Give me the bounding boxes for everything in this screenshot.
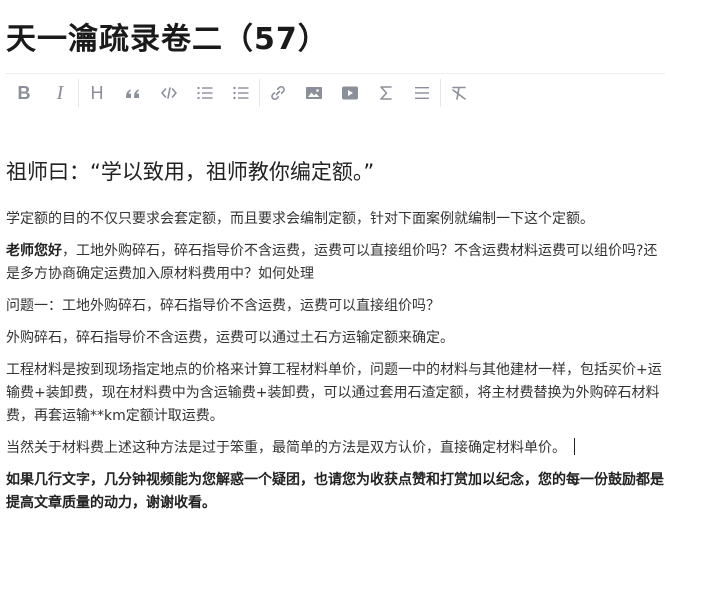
italic-icon: I — [56, 82, 64, 104]
sigma-icon — [377, 84, 395, 102]
ordered-list-button[interactable] — [187, 78, 223, 108]
image-icon — [305, 84, 323, 102]
paragraph: 如果几行文字，几分钟视频能为您解惑一个疑团，也请您为收获点赞和打赏加以纪念，您的… — [6, 472, 664, 511]
clear-format-icon — [450, 84, 468, 102]
article-subtitle: 祖师曰：“学以致用，祖师教你编定额。” — [6, 160, 375, 184]
paragraph: 外购碎石，碎石指导价不含运费，运费可以通过土石方运输定额来确定。 — [6, 330, 454, 346]
image-button[interactable] — [296, 78, 332, 108]
divider-button[interactable] — [404, 78, 440, 108]
link-button[interactable] — [260, 78, 296, 108]
heading-button[interactable]: H — [79, 78, 115, 108]
text-cursor — [574, 438, 575, 455]
article-title[interactable]: 天一瀹疏录卷二（57） — [6, 14, 329, 58]
heading-icon: H — [90, 83, 104, 103]
link-icon — [269, 84, 287, 102]
paragraph-text: ，工地外购碎石，碎石指导价不含运费，运费可以直接组价吗？不含运费材料运费可以组价… — [6, 243, 658, 282]
editor-content[interactable]: 祖师曰：“学以致用，祖师教你编定额。” 学定额的目的不仅只要求会套定额，而且要求… — [6, 152, 666, 524]
paragraph: 工程材料是按到现场指定地点的价格来计算工程材料单价，问题一中的材料与其他建材一样… — [6, 362, 662, 424]
bold-text: 老师您好 — [6, 243, 62, 259]
quote-button[interactable] — [115, 78, 151, 108]
bold-button[interactable]: B — [6, 78, 42, 108]
editor-toolbar: BIH — [6, 73, 665, 112]
video-button[interactable] — [332, 78, 368, 108]
paragraph: 当然关于材料费上述这种方法是过于笨重，最简单的方法是双方认价，直接确定材料单价。 — [6, 437, 666, 460]
divider-icon — [413, 84, 431, 102]
code-icon — [160, 84, 178, 102]
paragraph: 学定额的目的不仅只要求会套定额，而且要求会编制定额，针对下面案例就编制一下这个定… — [6, 211, 594, 227]
paragraph: 问题一：工地外购碎石，碎石指导价不含运费，运费可以直接组价吗？ — [6, 298, 440, 314]
paragraph: 老师您好，工地外购碎石，碎石指导价不含运费，运费可以直接组价吗？不含运费材料运费… — [6, 240, 666, 286]
bullet-list-icon — [232, 84, 250, 102]
bold-icon: B — [17, 83, 31, 103]
bullet-list-button[interactable] — [223, 78, 259, 108]
video-icon — [341, 84, 359, 102]
ordered-list-icon — [196, 84, 214, 102]
quote-icon — [124, 84, 142, 102]
italic-button[interactable]: I — [42, 78, 78, 108]
formula-button[interactable] — [368, 78, 404, 108]
paragraph-text: 当然关于材料费上述这种方法是过于笨重，最简单的方法是双方认价，直接确定材料单价。 — [6, 440, 566, 456]
code-button[interactable] — [151, 78, 187, 108]
clear-format-button[interactable] — [441, 78, 477, 108]
